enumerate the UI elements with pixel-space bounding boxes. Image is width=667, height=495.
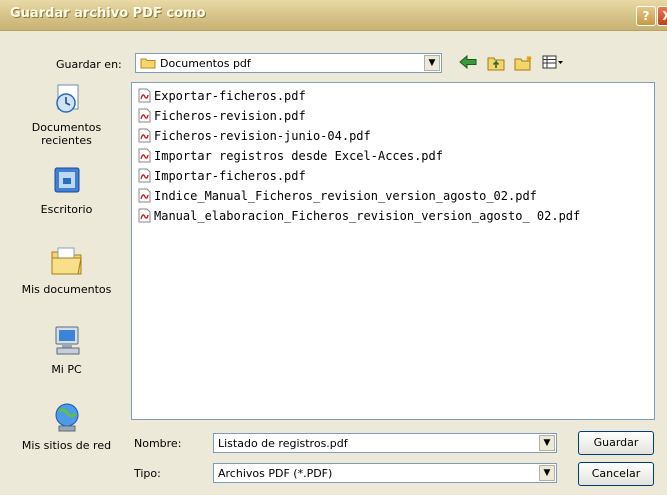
file-type-value: Archivos PDF (*.PDF) [218, 467, 333, 480]
place-desktop[interactable]: Escritorio [8, 164, 125, 216]
place-network[interactable]: Mis sitios de red [8, 400, 125, 452]
desktop-icon [54, 167, 79, 193]
up-folder-icon[interactable] [486, 55, 506, 73]
pdf-file-icon [138, 208, 151, 223]
help-button[interactable]: ? [636, 6, 656, 26]
file-list[interactable]: Exportar-ficheros.pdf Ficheros-revision.… [131, 82, 655, 420]
network-places-icon [55, 403, 78, 432]
file-name: Exportar-ficheros.pdf [154, 89, 306, 103]
save-button[interactable]: Guardar [578, 431, 654, 455]
file-item[interactable]: Importar registros desde Excel-Acces.pdf [138, 147, 443, 165]
cancel-button[interactable]: Cancelar [578, 462, 654, 486]
place-my-computer[interactable]: Mi PC [8, 324, 125, 376]
chevron-down-icon[interactable]: ▼ [539, 465, 555, 481]
place-label: Documentos recientes [31, 121, 102, 147]
recent-documents-icon [55, 84, 78, 113]
new-folder-icon[interactable] [514, 55, 534, 73]
location-value: Documentos pdf [160, 57, 251, 70]
place-label: Mis sitios de red [21, 439, 112, 452]
pdf-file-icon [138, 188, 151, 203]
location-combo[interactable]: Documentos pdf ▼ [135, 53, 442, 73]
my-computer-icon [55, 326, 79, 355]
file-name: Ficheros-revision.pdf [154, 109, 306, 123]
place-label: Mis documentos [21, 283, 112, 296]
place-my-documents[interactable]: Mis documentos [8, 244, 125, 296]
chevron-down-icon[interactable]: ▼ [539, 435, 555, 451]
back-arrow-icon[interactable] [458, 54, 478, 73]
title-bar: Guardar archivo PDF como ? X [0, 0, 667, 31]
file-item[interactable]: Indice_Manual_Ficheros_revision_version_… [138, 187, 537, 205]
file-name: Indice_Manual_Ficheros_revision_version_… [154, 189, 537, 203]
pdf-file-icon [138, 148, 151, 163]
place-label: Mi PC [51, 363, 82, 376]
folder-icon [140, 58, 156, 69]
view-menu-icon[interactable] [541, 55, 565, 73]
chevron-down-icon[interactable]: ▼ [424, 55, 440, 71]
file-item[interactable]: Exportar-ficheros.pdf [138, 87, 306, 105]
file-name-value: Listado de registros.pdf [218, 437, 348, 450]
window-title: Guardar archivo PDF como [10, 6, 206, 21]
file-type-select[interactable]: Archivos PDF (*.PDF) ▼ [213, 463, 557, 483]
places-bar: Documentos recientes Escritorio Mis docu… [8, 82, 125, 474]
file-name-input[interactable]: Listado de registros.pdf ▼ [213, 433, 557, 453]
file-name: Importar registros desde Excel-Acces.pdf [154, 149, 443, 163]
file-name: Ficheros-revision-junio-04.pdf [154, 129, 371, 143]
type-label: Tipo: [134, 467, 161, 480]
pdf-file-icon [138, 128, 151, 143]
pdf-file-icon [138, 168, 151, 183]
place-label: Escritorio [40, 203, 93, 216]
file-item[interactable]: Ficheros-revision.pdf [138, 107, 306, 125]
pdf-file-icon [138, 108, 151, 123]
close-button[interactable]: X [657, 6, 667, 26]
file-item[interactable]: Importar-ficheros.pdf [138, 167, 306, 185]
file-name: Manual_elaboracion_Ficheros_revision_ver… [154, 209, 581, 223]
my-documents-icon [51, 247, 82, 275]
file-name: Importar-ficheros.pdf [154, 169, 306, 183]
save-in-label: Guardar en: [56, 58, 122, 71]
name-label: Nombre: [134, 437, 182, 450]
file-item[interactable]: Ficheros-revision-junio-04.pdf [138, 127, 371, 145]
place-recent-documents[interactable]: Documentos recientes [8, 82, 125, 147]
file-item[interactable]: Manual_elaboracion_Ficheros_revision_ver… [138, 207, 580, 225]
pdf-file-icon [138, 88, 151, 103]
